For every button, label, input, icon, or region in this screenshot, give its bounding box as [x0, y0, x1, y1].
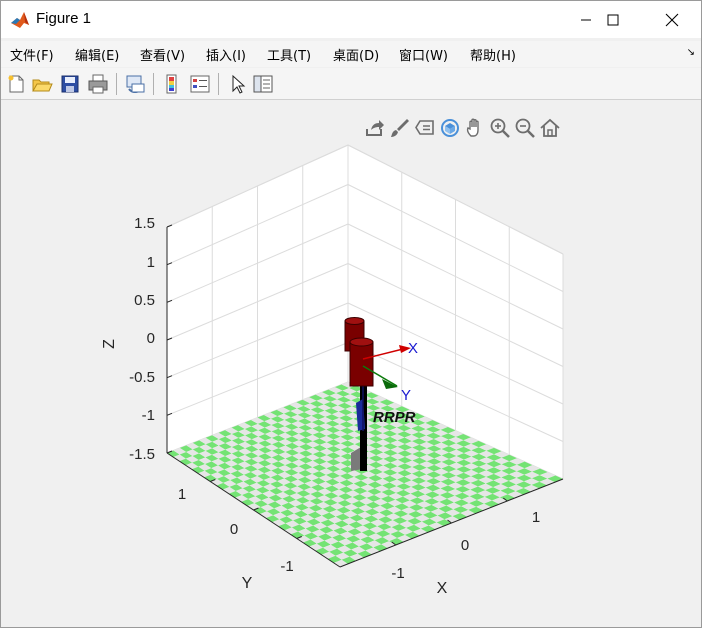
- robot-3d-plot[interactable]: 1.5 1 0.5 0 -0.5 -1 -1.5 Z 1 0 -1 Y -1 0…: [1, 1, 701, 627]
- z-tick-label: -0.5: [129, 369, 155, 386]
- frame-x-label: X: [408, 340, 418, 357]
- z-tick-label: 1.5: [134, 215, 155, 232]
- z-axis-label: Z: [101, 339, 118, 349]
- joint-2-cylinder: [349, 341, 374, 387]
- joint-1-top: [344, 317, 365, 325]
- robot-name-label: RRPR: [373, 409, 416, 426]
- y-axis-label: Y: [242, 575, 253, 592]
- z-tick-label: 0: [147, 330, 155, 347]
- x-tick-label: 1: [532, 509, 540, 526]
- z-tick-label: 1: [147, 254, 155, 271]
- y-tick-label: -1: [280, 558, 293, 575]
- z-tick-label: 0.5: [134, 292, 155, 309]
- y-tick-label: 1: [178, 486, 186, 503]
- z-tick-label: -1: [142, 407, 155, 424]
- x-tick-label: -1: [391, 565, 404, 582]
- x-tick-label: 0: [461, 537, 469, 554]
- x-axis-label: X: [437, 580, 448, 597]
- frame-y-label: Y: [401, 387, 411, 404]
- figure-window: Figure 1 文件(F) 编辑(E) 查看(V) 插入(I) 工具(T) 桌…: [0, 0, 702, 628]
- joint-2-top: [349, 337, 374, 347]
- z-tick-label: -1.5: [129, 446, 155, 463]
- y-tick-label: 0: [230, 521, 238, 538]
